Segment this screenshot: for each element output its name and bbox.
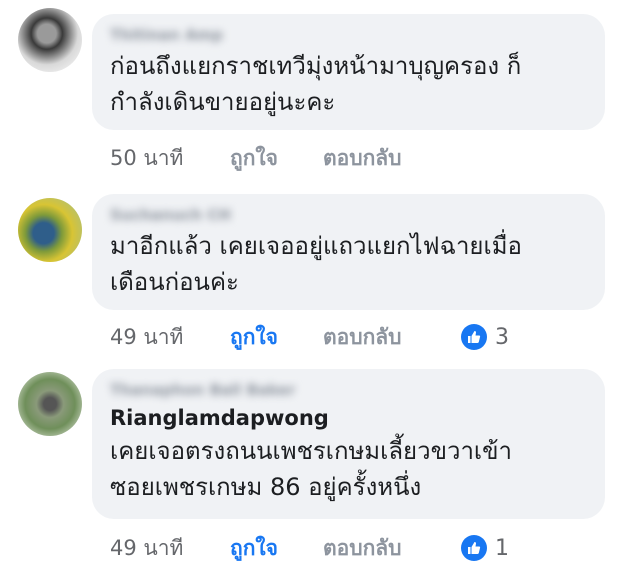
- comment-actions: 49 นาที ถูกใจ ตอบกลับ 1: [110, 533, 509, 563]
- reaction-count: 1: [495, 535, 509, 561]
- like-button[interactable]: ถูกใจ: [230, 321, 323, 354]
- like-button[interactable]: ถูกใจ: [230, 142, 323, 175]
- avatar[interactable]: [18, 8, 82, 72]
- comment-time[interactable]: 49 นาที: [110, 532, 230, 565]
- comment-time[interactable]: 50 นาที: [110, 142, 230, 175]
- thumbs-up-icon: [461, 535, 487, 561]
- avatar[interactable]: [18, 198, 82, 262]
- like-button[interactable]: ถูกใจ: [230, 532, 323, 565]
- reaction-count: 3: [495, 324, 509, 350]
- commenter-name[interactable]: Thitinan Amp: [110, 24, 587, 46]
- comment-text: เคยเจอตรงถนนเพชรเกษมเลี้ยวขวาเข้า ซอยเพช…: [110, 437, 513, 501]
- reaction-summary[interactable]: 3: [461, 324, 509, 350]
- comment-actions: 49 นาที ถูกใจ ตอบกลับ 3: [110, 322, 509, 352]
- reply-button[interactable]: ตอบกลับ: [323, 142, 461, 175]
- avatar[interactable]: [18, 372, 82, 436]
- comment-bubble: Thitinan Amp ก่อนถึงแยกราชเทวีมุ่งหน้ามา…: [92, 14, 605, 130]
- reply-button[interactable]: ตอบกลับ: [323, 321, 461, 354]
- comment-text: มาอีกแล้ว เคยเจออยู่แถวแยกไฟฉายเมื่อ เดื…: [110, 232, 522, 296]
- comment-bubble: Suchanuch CH มาอีกแล้ว เคยเจออยู่แถวแยกไ…: [92, 194, 605, 310]
- mention-tag[interactable]: Rianglamdapwong: [110, 403, 587, 433]
- reply-button[interactable]: ตอบกลับ: [323, 532, 461, 565]
- comment-actions: 50 นาที ถูกใจ ตอบกลับ: [110, 143, 461, 173]
- commenter-name[interactable]: Thanaphon Ball Baker: [110, 379, 587, 401]
- commenter-name[interactable]: Suchanuch CH: [110, 204, 587, 226]
- reaction-summary[interactable]: 1: [461, 535, 509, 561]
- comment-time[interactable]: 49 นาที: [110, 321, 230, 354]
- comment-bubble: Thanaphon Ball Baker Rianglamdapwong เคย…: [92, 369, 605, 519]
- thumbs-up-icon: [461, 324, 487, 350]
- comment-text: ก่อนถึงแยกราชเทวีมุ่งหน้ามาบุญครอง ก็ กำ…: [110, 52, 522, 116]
